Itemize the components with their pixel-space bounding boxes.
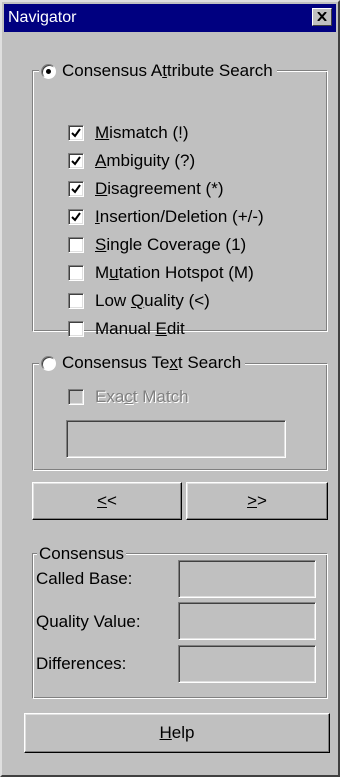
exact-match-label: Exact Match (95, 387, 189, 406)
close-button[interactable] (312, 8, 332, 26)
insertion-deletion-checkbox[interactable] (68, 209, 84, 225)
called-base-field (178, 560, 316, 598)
manual-edit-label: Manual Edit (95, 319, 185, 338)
mutation-hotspot-label: Mutation Hotspot (M) (95, 263, 254, 282)
close-icon (317, 12, 327, 21)
attribute-search-radio[interactable]: Consensus Attribute Search (39, 60, 277, 82)
checkbox-low-quality[interactable]: Low Quality (<) (68, 288, 210, 314)
help-label: Help (159, 723, 195, 742)
mutation-hotspot-checkbox[interactable] (68, 265, 84, 281)
next-button[interactable]: >> (186, 482, 328, 520)
text-search-input[interactable] (66, 420, 286, 458)
single-coverage-label: Single Coverage (1) (95, 235, 247, 254)
check-icon (71, 184, 81, 194)
quality-value-label: Quality Value: (36, 612, 141, 631)
text-search-radio[interactable]: Consensus Text Search (39, 352, 246, 374)
called-base-label: Called Base: (36, 569, 133, 588)
disagreement-checkbox[interactable] (68, 181, 84, 197)
radio-dot-icon (46, 68, 51, 74)
text-search-label: Consensus Text Search (62, 353, 242, 372)
differences-label: Differences: (36, 654, 127, 673)
ambiguity-checkbox[interactable] (68, 153, 84, 169)
ambiguity-label: Ambiguity (?) (95, 151, 196, 170)
differences-field (178, 645, 316, 683)
checkbox-single-coverage[interactable]: Single Coverage (1) (68, 232, 246, 258)
exact-match-checkbox[interactable] (68, 389, 84, 405)
single-coverage-checkbox[interactable] (68, 237, 84, 253)
text-search-radio-button[interactable] (41, 355, 56, 371)
checkbox-mismatch[interactable]: Mismatch (!) (68, 120, 189, 146)
next-label: >> (247, 491, 267, 510)
checkbox-exact-match[interactable]: Exact Match (68, 384, 189, 410)
insertion-deletion-label: Insertion/Deletion (+/-) (95, 207, 264, 226)
attribute-search-label: Consensus Attribute Search (62, 61, 273, 80)
mismatch-label: Mismatch (!) (95, 123, 189, 142)
check-icon (71, 128, 81, 138)
navigator-window: Navigator Consensus Attribute Search Mis… (0, 0, 340, 777)
help-button[interactable]: Help (24, 713, 330, 753)
checkbox-ambiguity[interactable]: Ambiguity (?) (68, 148, 195, 174)
title-bar[interactable]: Navigator (4, 4, 336, 32)
manual-edit-checkbox[interactable] (68, 321, 84, 337)
previous-button[interactable]: << (32, 482, 182, 520)
window-title: Navigator (8, 9, 77, 26)
consensus-group-label: Consensus (37, 543, 127, 565)
quality-value-field (178, 602, 316, 640)
checkbox-manual-edit[interactable]: Manual Edit (68, 316, 185, 342)
attribute-search-radio-button[interactable] (41, 63, 56, 79)
disagreement-label: Disagreement (*) (95, 179, 224, 198)
previous-label: << (97, 491, 117, 510)
checkbox-insertion-deletion[interactable]: Insertion/Deletion (+/-) (68, 204, 264, 230)
low-quality-label: Low Quality (<) (95, 291, 210, 310)
check-icon (71, 156, 81, 166)
check-icon (71, 212, 81, 222)
checkbox-disagreement[interactable]: Disagreement (*) (68, 176, 224, 202)
checkbox-mutation-hotspot[interactable]: Mutation Hotspot (M) (68, 260, 254, 286)
low-quality-checkbox[interactable] (68, 293, 84, 309)
mismatch-checkbox[interactable] (68, 125, 84, 141)
